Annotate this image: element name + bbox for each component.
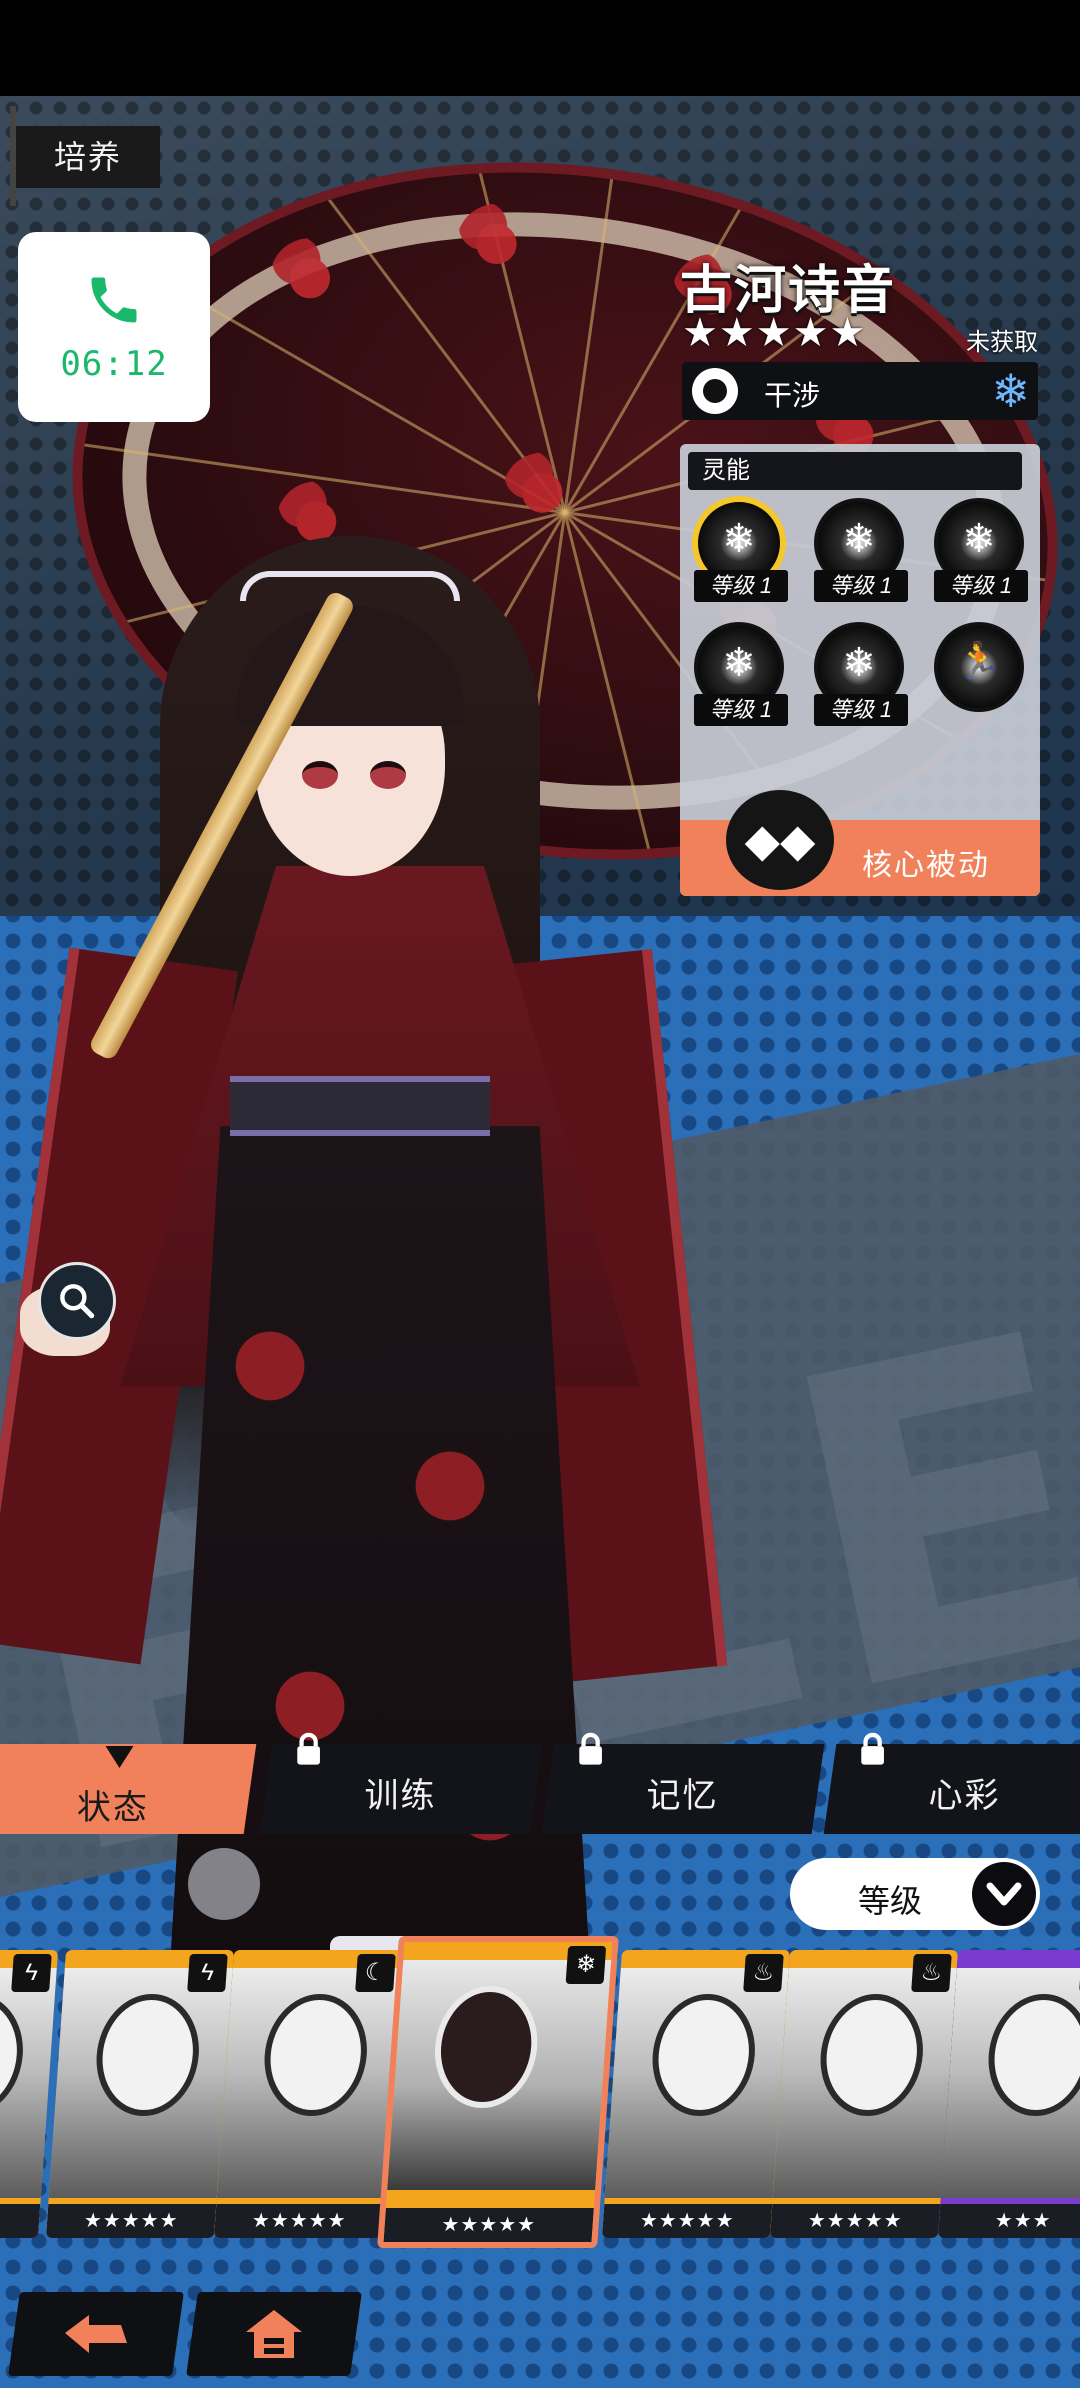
call-widget[interactable]: 06:12 bbox=[18, 232, 210, 422]
home-icon bbox=[246, 2310, 302, 2358]
sort-label: 等级 bbox=[858, 1883, 923, 1919]
sort-toggle[interactable] bbox=[972, 1862, 1036, 1926]
tab-memory[interactable]: 记忆 bbox=[541, 1732, 825, 1834]
skill-slot-dodge[interactable] bbox=[926, 622, 1032, 728]
character-portrait bbox=[216, 1968, 401, 2198]
core-passive-button[interactable]: ◆◆ 核心被动 bbox=[680, 790, 1040, 896]
roster-card[interactable]: ϟ ★★★★★ bbox=[45, 1950, 235, 2238]
moon-icon: ☾ bbox=[355, 1954, 396, 1992]
chevron-down-icon bbox=[986, 1882, 1022, 1906]
psi-title: 灵能 bbox=[688, 452, 1022, 490]
call-time: 06:12 bbox=[60, 344, 168, 384]
character-roster: ϟ ★★★★★ ϟ ★★★★★ ☾ ★★★★★ ❄ ★★★★★ ♨ ★★★★★ … bbox=[0, 1936, 1080, 2250]
character-stars: ★★★★★ bbox=[682, 311, 867, 355]
phone-icon bbox=[91, 277, 137, 323]
roster-card-selected[interactable]: ❄ ★★★★★ bbox=[377, 1936, 619, 2248]
card-stars: ★★★★★ bbox=[601, 2204, 773, 2238]
skill-level: 等级 1 bbox=[694, 694, 788, 726]
lock-icon bbox=[579, 1732, 602, 1765]
snowflake-icon: ❄ bbox=[565, 1946, 607, 1984]
caret-down-icon bbox=[105, 1746, 134, 1768]
bolt-icon: ϟ bbox=[11, 1954, 52, 1992]
skill-slot-4[interactable]: 等级 1 bbox=[686, 622, 792, 728]
tab-status[interactable]: 状态 bbox=[0, 1744, 257, 1834]
lock-icon bbox=[297, 1732, 320, 1765]
sort-dropdown[interactable]: 等级 bbox=[790, 1858, 1040, 1930]
tab-label: 记忆 bbox=[646, 1777, 719, 1815]
card-stars: ★★★★★ bbox=[769, 2204, 941, 2238]
skill-level: 等级 1 bbox=[694, 570, 788, 602]
core-passive-label: 核心被动 bbox=[862, 849, 990, 882]
card-stars: ★★★★★ bbox=[213, 2204, 385, 2238]
character-portrait bbox=[48, 1968, 233, 2198]
tab-training[interactable]: 训练 bbox=[259, 1732, 543, 1834]
card-stars: ★★★★★ bbox=[0, 2204, 41, 2238]
flame-icon: ♨ bbox=[743, 1954, 784, 1992]
type-label: 干涉 bbox=[764, 380, 821, 411]
skill-slot-1[interactable]: 等级 1 bbox=[686, 498, 792, 604]
character-portrait bbox=[940, 1968, 1080, 2198]
skill-level: 等级 1 bbox=[814, 694, 908, 726]
magnifier-icon bbox=[60, 1284, 95, 1319]
skill-level: 等级 1 bbox=[934, 570, 1028, 602]
core-crystal-icon: ◆◆ bbox=[726, 790, 834, 890]
home-button[interactable] bbox=[186, 2292, 362, 2376]
back-button[interactable] bbox=[8, 2292, 184, 2376]
card-stars: ★★★ bbox=[937, 2204, 1080, 2238]
decorative-circle bbox=[188, 1848, 260, 1920]
lock-icon bbox=[861, 1732, 884, 1765]
tab-label: 状态 bbox=[76, 1789, 149, 1827]
character-portrait bbox=[0, 1968, 57, 2198]
back-arrow-icon bbox=[65, 2315, 127, 2353]
character-portrait bbox=[772, 1968, 957, 2198]
tab-heart-color[interactable]: 心彩 bbox=[823, 1732, 1080, 1834]
psi-panel: 灵能 等级 1 等级 1 等级 1 等级 1 等级 1 ◆◆ 核心被动 bbox=[680, 444, 1040, 896]
character-portrait bbox=[387, 1960, 612, 2190]
character-portrait bbox=[604, 1968, 789, 2198]
snowflake-icon: ❄ bbox=[991, 365, 1030, 417]
flame-icon: ♨ bbox=[911, 1954, 952, 1992]
roster-card[interactable]: ☾ ★★★★★ bbox=[213, 1950, 403, 2238]
roster-card[interactable]: ♨ ★★★★★ bbox=[769, 1950, 959, 2238]
bolt-icon: ϟ bbox=[187, 1954, 228, 1992]
skill-level: 等级 1 bbox=[814, 570, 908, 602]
zoom-button[interactable] bbox=[38, 1262, 116, 1340]
interference-icon bbox=[692, 368, 738, 414]
skill-slot-3[interactable]: 等级 1 bbox=[926, 498, 1032, 604]
character-type-bar: 干涉 ❄ bbox=[682, 362, 1038, 420]
roster-card[interactable]: ♨ ★★★★★ bbox=[601, 1950, 791, 2238]
section-tag: 培养 bbox=[9, 106, 161, 206]
dodge-icon bbox=[934, 622, 1024, 712]
tab-label: 心彩 bbox=[928, 1777, 1001, 1815]
card-stars: ★★★★★ bbox=[383, 2208, 594, 2242]
character-illustration bbox=[0, 516, 740, 2236]
roster-card[interactable]: ♨ ★★★ bbox=[937, 1950, 1080, 2238]
tab-label: 训练 bbox=[364, 1777, 437, 1815]
skill-slot-5[interactable]: 等级 1 bbox=[806, 622, 912, 728]
acquire-status: 未获取 bbox=[966, 329, 1038, 356]
skill-slot-2[interactable]: 等级 1 bbox=[806, 498, 912, 604]
card-stars: ★★★★★ bbox=[45, 2204, 217, 2238]
tab-bar: 状态 训练 记忆 心彩 bbox=[0, 1732, 1080, 1834]
